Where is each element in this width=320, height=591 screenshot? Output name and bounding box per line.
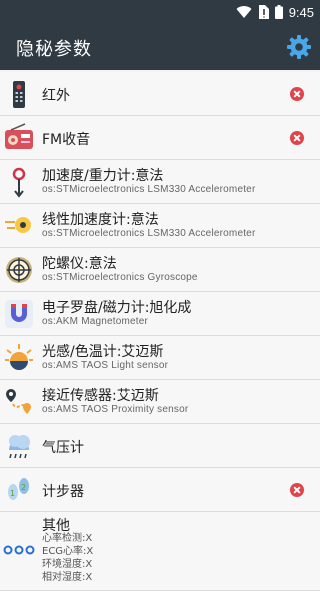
- item-subtitle: os:STMicroelectronics Gyroscope: [42, 272, 198, 283]
- list-item-other[interactable]: 其他 心率检测:X ECG心率:X 环境湿度:X 相对湿度:X: [0, 512, 320, 591]
- app-bar: 隐秘参数: [0, 24, 320, 70]
- more-dots-icon: [3, 545, 35, 555]
- status-bar: 9:45: [0, 0, 320, 24]
- item-title: 加速度/重力计:意法: [42, 168, 164, 184]
- barometer-icon: [9, 435, 30, 459]
- svg-text:1: 1: [10, 489, 15, 498]
- item-subtitle: os:STMicroelectronics LSM330 Acceleromet…: [42, 184, 256, 195]
- remote-control-icon: [13, 81, 25, 108]
- item-title: 光感/色温计:艾迈斯: [42, 344, 164, 360]
- item-subtitle: os:AKM Magnetometer: [42, 316, 149, 327]
- detail-line: ECG心率:X: [42, 546, 94, 557]
- item-title: 接近传感器:艾迈斯: [42, 388, 159, 404]
- remove-icon[interactable]: [290, 483, 304, 497]
- remove-icon[interactable]: [290, 131, 304, 145]
- accelerometer-icon: [12, 167, 26, 198]
- list-item-light-sensor[interactable]: 光感/色温计:艾迈斯 os:AMS TAOS Light sensor: [0, 336, 320, 380]
- item-subtitle: os:STMicroelectronics LSM330 Acceleromet…: [42, 228, 256, 239]
- gyroscope-icon: [6, 257, 32, 283]
- gear-icon[interactable]: [286, 34, 312, 60]
- item-title: 红外: [42, 88, 70, 104]
- list-item-accelerometer[interactable]: 加速度/重力计:意法 os:STMicroelectronics LSM330 …: [0, 160, 320, 204]
- list-item-proximity-sensor[interactable]: 接近传感器:艾迈斯 os:AMS TAOS Proximity sensor: [0, 380, 320, 424]
- sensor-list: 红外 FM收音 加速度/重力计:意法 os:STMicroelectronics…: [0, 72, 320, 591]
- item-title: 计步器: [42, 484, 84, 500]
- item-subtitle: os:AMS TAOS Light sensor: [42, 360, 169, 371]
- detail-line: 相对湿度:X: [42, 572, 93, 583]
- item-subtitle: os:AMS TAOS Proximity sensor: [42, 404, 189, 415]
- list-item-barometer[interactable]: 气压计: [0, 424, 320, 468]
- list-item-magnetometer[interactable]: 电子罗盘/磁力计:旭化成 os:AKM Magnetometer: [0, 292, 320, 336]
- item-title: 线性加速度计:意法: [42, 212, 159, 228]
- proximity-icon: [6, 389, 31, 414]
- list-item-fm-radio[interactable]: FM收音: [0, 116, 320, 160]
- svg-text:2: 2: [21, 483, 26, 492]
- footsteps-icon: 1 2: [8, 478, 29, 500]
- item-title: 电子罗盘/磁力计:旭化成: [42, 300, 192, 316]
- battery-icon: [274, 5, 283, 19]
- page-title: 隐秘参数: [16, 39, 92, 60]
- radio-icon: [5, 123, 33, 149]
- other-details: 心率检测:X ECG心率:X 环境湿度:X 相对湿度:X: [42, 532, 93, 584]
- list-item-pedometer[interactable]: 1 2 计步器: [0, 468, 320, 512]
- item-title: FM收音: [42, 132, 91, 148]
- detail-line: 环境湿度:X: [42, 559, 93, 570]
- item-title: 陀螺仪:意法: [42, 256, 117, 272]
- item-title: 气压计: [42, 440, 84, 456]
- wifi-icon: [236, 5, 252, 18]
- light-sensor-icon: [5, 344, 33, 370]
- list-item-linear-accelerometer[interactable]: 线性加速度计:意法 os:STMicroelectronics LSM330 A…: [0, 204, 320, 248]
- magnet-icon: [5, 300, 33, 328]
- list-item-gyroscope[interactable]: 陀螺仪:意法 os:STMicroelectronics Gyroscope: [0, 248, 320, 292]
- remove-icon[interactable]: [290, 87, 304, 101]
- clock: 9:45: [288, 4, 314, 20]
- sim-icon: [258, 5, 269, 19]
- linear-acceleration-icon: [5, 217, 31, 233]
- list-item-infrared[interactable]: 红外: [0, 72, 320, 116]
- detail-line: 心率检测:X: [42, 533, 93, 544]
